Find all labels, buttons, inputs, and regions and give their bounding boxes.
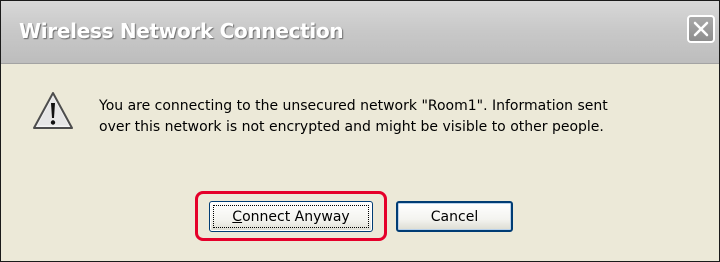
warning-icon (33, 92, 73, 129)
close-button[interactable] (687, 15, 715, 43)
message-line-2: over this network is not encrypted and m… (99, 119, 604, 135)
message-line-1: You are connecting to the unsecured netw… (99, 98, 608, 114)
window-title: Wireless Network Connection (19, 19, 344, 43)
dialog-window: Wireless Network Connection You are conn… (0, 0, 720, 262)
close-icon (693, 21, 709, 37)
warning-message: You are connecting to the unsecured netw… (99, 96, 711, 138)
connect-anyway-button[interactable]: Connect Anyway (209, 201, 373, 232)
cancel-button[interactable]: Cancel (396, 201, 513, 232)
title-bar[interactable]: Wireless Network Connection (1, 1, 719, 64)
focus-ring (213, 205, 369, 228)
